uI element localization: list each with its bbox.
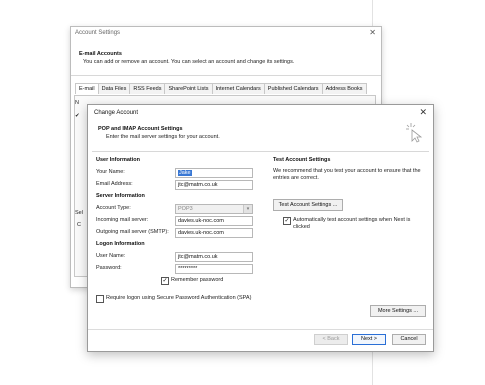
account-list-fragment: N	[75, 100, 79, 106]
email-address-label: Email Address:	[96, 181, 133, 187]
button-fragment: C	[77, 222, 81, 228]
spa-checkbox[interactable]	[96, 295, 104, 303]
outgoing-server-field[interactable]: davies.uk-noc.com	[175, 228, 253, 238]
account-type-select: POP3 ▾	[175, 204, 253, 214]
dialog-heading: POP and IMAP Account Settings	[98, 126, 183, 132]
tab-email[interactable]: E-mail	[75, 83, 99, 94]
user-name-field[interactable]: jtc@matm.co.uk	[175, 252, 253, 262]
logon-info-section: Logon Information	[96, 241, 145, 247]
remember-password-label: Remember password	[171, 277, 224, 283]
change-account-dialog: Change Account ✕ POP and IMAP Account Se…	[87, 104, 434, 352]
tab-rss-feeds[interactable]: RSS Feeds	[129, 83, 166, 94]
test-account-settings-button[interactable]: Test Account Settings ...	[273, 199, 343, 211]
test-settings-description: We recommend that you test your account …	[273, 168, 421, 181]
auto-test-label: Automatically test account settings when…	[293, 217, 411, 230]
password-label: Password:	[96, 265, 122, 271]
close-icon[interactable]: ✕	[419, 107, 427, 118]
window-title: Account Settings	[75, 30, 121, 36]
section-heading: E-mail Accounts	[79, 51, 122, 57]
server-info-section: Server Information	[96, 193, 145, 199]
your-name-label: Your Name:	[96, 169, 125, 175]
your-name-value: Jake	[178, 170, 192, 176]
back-button[interactable]: < Back	[314, 334, 348, 345]
tab-internet-calendars[interactable]: Internet Calendars	[211, 83, 265, 94]
email-address-field[interactable]: jtc@matm.co.uk	[175, 180, 253, 190]
user-name-label: User Name:	[96, 253, 126, 259]
incoming-server-label: Incoming mail server:	[96, 217, 149, 223]
dialog-title: Change Account	[94, 110, 139, 116]
divider	[71, 75, 381, 76]
footer-divider	[88, 329, 433, 330]
incoming-server-field[interactable]: davies.uk-noc.com	[175, 216, 253, 226]
tab-bar: E-mail Data Files RSS Feeds SharePoint L…	[75, 83, 367, 94]
user-info-section: User Information	[96, 157, 141, 163]
password-field[interactable]: *********	[175, 264, 253, 274]
your-name-field[interactable]: Jake	[175, 168, 253, 178]
test-settings-section: Test Account Settings	[273, 157, 331, 163]
account-type-value: POP3	[178, 206, 193, 212]
tab-data-files[interactable]: Data Files	[97, 83, 131, 94]
section-description: You can add or remove an account. You ca…	[83, 59, 295, 65]
remember-password-checkbox[interactable]: ✓	[161, 277, 169, 285]
auto-test-checkbox[interactable]: ✓	[283, 217, 291, 225]
outgoing-server-label: Outgoing mail server (SMTP):	[96, 229, 169, 235]
close-icon[interactable]: ✕	[369, 28, 376, 37]
tab-address-books[interactable]: Address Books	[321, 83, 367, 94]
cursor-sparkle-icon	[406, 123, 423, 143]
dialog-subheading: Enter the mail server settings for your …	[106, 134, 220, 140]
tab-sharepoint-lists[interactable]: SharePoint Lists	[164, 83, 213, 94]
tab-published-calendars[interactable]: Published Calendars	[263, 83, 323, 94]
cancel-button[interactable]: Cancel	[392, 334, 426, 345]
account-type-label: Account Type:	[96, 205, 131, 211]
default-account-check-icon: ✔	[75, 113, 80, 119]
spa-label: Require logon using Secure Password Auth…	[106, 295, 252, 301]
divider	[92, 151, 429, 152]
selected-account-fragment: Sel	[75, 210, 83, 216]
more-settings-button[interactable]: More Settings ...	[370, 305, 426, 317]
next-button[interactable]: Next >	[352, 334, 386, 345]
chevron-down-icon: ▾	[243, 205, 252, 213]
